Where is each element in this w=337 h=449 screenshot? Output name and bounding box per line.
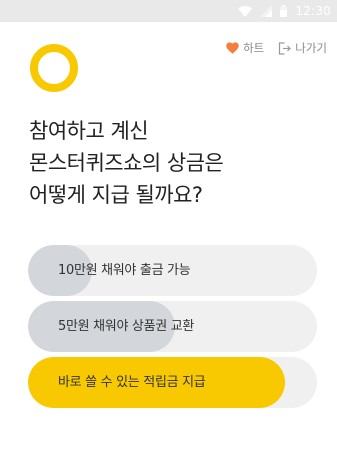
question-line: 어떻게 지급 될까요?	[29, 183, 203, 207]
answer-label: 10만원 채워야 출금 가능	[58, 263, 191, 278]
signal-icon	[260, 5, 273, 17]
answer-option-1[interactable]: 10만원 채워야 출금 가능	[28, 245, 317, 296]
answer-label: 5만원 채워야 상품권 교환	[58, 319, 195, 334]
answer-option-3[interactable]: 바로 쓸 수 있는 적립금 지급	[28, 357, 317, 408]
exit-button[interactable]: 나가기	[278, 40, 327, 56]
ring-logo	[30, 44, 78, 92]
status-icons: 12:30	[238, 3, 331, 19]
heart-icon	[226, 42, 239, 54]
heart-label: 하트	[243, 41, 265, 55]
answer-option-2[interactable]: 5만원 채워야 상품권 교환	[28, 301, 317, 352]
question-line: 몬스터퀴즈쇼의 상금은	[29, 151, 224, 175]
question-title: 참여하고 계신 몬스터퀴즈쇼의 상금은 어떻게 지급 될까요?	[29, 115, 224, 211]
top-actions: 하트 나가기	[226, 40, 327, 56]
exit-label: 나가기	[295, 41, 327, 55]
exit-icon	[279, 41, 292, 55]
heart-button[interactable]: 하트	[226, 40, 264, 56]
battery-icon	[280, 5, 288, 17]
answer-options: 10만원 채워야 출금 가능 5만원 채워야 상품권 교환 바로 쓸 수 있는 …	[28, 245, 317, 413]
wifi-icon	[238, 5, 253, 17]
status-bar: 12:30	[0, 0, 337, 22]
question-line: 참여하고 계신	[29, 119, 149, 143]
status-time: 12:30	[295, 4, 331, 18]
answer-label: 바로 쓸 수 있는 적립금 지급	[58, 375, 206, 390]
